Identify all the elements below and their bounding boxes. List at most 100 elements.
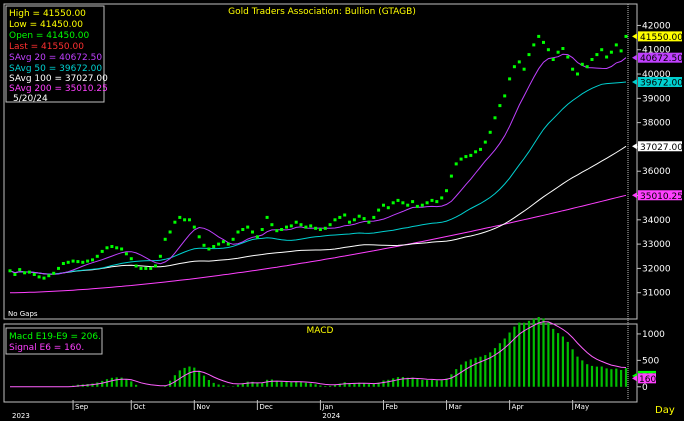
month-label: Oct — [133, 403, 145, 411]
price-point — [420, 203, 424, 207]
price-point — [600, 48, 604, 52]
price-point — [561, 47, 565, 50]
month-label: Nov — [196, 403, 210, 411]
price-point — [595, 53, 599, 57]
year-label: 2024 — [322, 412, 340, 420]
price-point — [23, 271, 27, 275]
price-point — [338, 215, 342, 219]
price-point — [270, 223, 274, 227]
price-value-tag: 39672.00 — [632, 77, 683, 89]
price-point — [76, 260, 80, 264]
price-point — [105, 246, 109, 250]
price-point — [192, 225, 196, 229]
price-point — [580, 62, 584, 66]
price-point — [464, 155, 468, 159]
price-point — [357, 214, 361, 218]
price-point — [129, 257, 133, 261]
price-point — [527, 53, 531, 57]
price-point — [18, 268, 22, 272]
price-point — [158, 254, 162, 258]
legend-low: Low = 41450.00 — [9, 20, 83, 30]
price-value-tag: 37027.00 — [632, 141, 683, 153]
price-point — [8, 269, 12, 273]
price-point — [512, 65, 516, 69]
no-gaps-note: No Gaps — [8, 310, 38, 318]
price-point — [86, 259, 90, 263]
price-point — [483, 140, 487, 144]
price-point — [81, 260, 85, 264]
price-point — [294, 220, 298, 224]
price-point — [275, 229, 279, 233]
price-point — [542, 40, 545, 44]
price-point — [454, 162, 458, 166]
tag-label: 35010.25 — [640, 192, 683, 202]
month-label: Feb — [385, 403, 398, 411]
price-value-tag: 40672.50 — [632, 52, 683, 64]
legend-last: Last = 41550.00 — [9, 42, 84, 52]
price-point — [91, 258, 94, 262]
price-tick-label: 32000 — [642, 264, 671, 274]
price-point — [309, 224, 313, 228]
price-point — [27, 270, 31, 274]
price-tick-label: 38000 — [642, 119, 671, 129]
price-point — [605, 55, 609, 59]
price-tick-label: 33000 — [642, 240, 671, 250]
price-point — [551, 58, 555, 61]
tag-label: 160 — [639, 375, 656, 385]
price-point — [377, 208, 381, 212]
price-point — [100, 249, 104, 253]
price-point — [66, 260, 70, 264]
month-label: Dec — [259, 403, 273, 411]
price-point — [624, 34, 628, 38]
legend-savg50: SAvg 50 = 39672.00 — [9, 64, 102, 74]
price-point — [498, 104, 502, 108]
price-point — [149, 266, 153, 270]
price-point — [503, 94, 507, 98]
tag-label: 41550.00 — [640, 33, 683, 43]
price-point — [406, 203, 410, 207]
price-point — [571, 67, 575, 71]
price-point — [474, 150, 478, 154]
price-point — [202, 243, 206, 247]
price-point — [372, 215, 376, 219]
price-point — [382, 203, 385, 207]
price-point — [425, 201, 429, 205]
price-point — [546, 48, 550, 52]
price-point — [348, 220, 351, 224]
chart-title: Gold Traders Association: Bullion (GTAGB… — [228, 7, 416, 17]
price-point — [168, 230, 172, 234]
price-point — [619, 49, 623, 53]
price-point — [251, 230, 254, 234]
price-point — [236, 230, 240, 234]
price-point — [411, 200, 415, 204]
price-point — [71, 259, 75, 263]
x-axis-caption: Day — [655, 405, 675, 416]
price-point — [37, 275, 41, 279]
price-tick-label: 39000 — [642, 94, 671, 104]
price-point — [134, 264, 138, 268]
price-tick-label: 36000 — [642, 167, 671, 177]
price-point — [115, 246, 119, 250]
price-point — [226, 242, 230, 246]
price-point — [144, 266, 148, 270]
price-point — [61, 262, 65, 265]
macd-legend-signal: Signal E6 = 160. — [9, 343, 84, 353]
price-point — [241, 228, 245, 231]
price-point — [212, 245, 216, 248]
price-value-tag: 41550.00 — [632, 31, 683, 43]
price-point — [362, 217, 366, 221]
price-point — [517, 60, 521, 64]
price-value-tag: 35010.25 — [632, 190, 683, 202]
price-point — [352, 218, 356, 222]
macd-title: MACD — [307, 326, 334, 336]
price-point — [299, 223, 303, 227]
legend-high: High = 41550.00 — [9, 9, 86, 19]
price-point — [396, 198, 400, 202]
month-label: Mar — [449, 403, 462, 411]
price-point — [183, 218, 187, 222]
price-point — [445, 189, 448, 193]
price-point — [47, 274, 51, 278]
price-point — [435, 200, 439, 204]
price-point — [221, 240, 225, 244]
price-point — [178, 215, 182, 219]
